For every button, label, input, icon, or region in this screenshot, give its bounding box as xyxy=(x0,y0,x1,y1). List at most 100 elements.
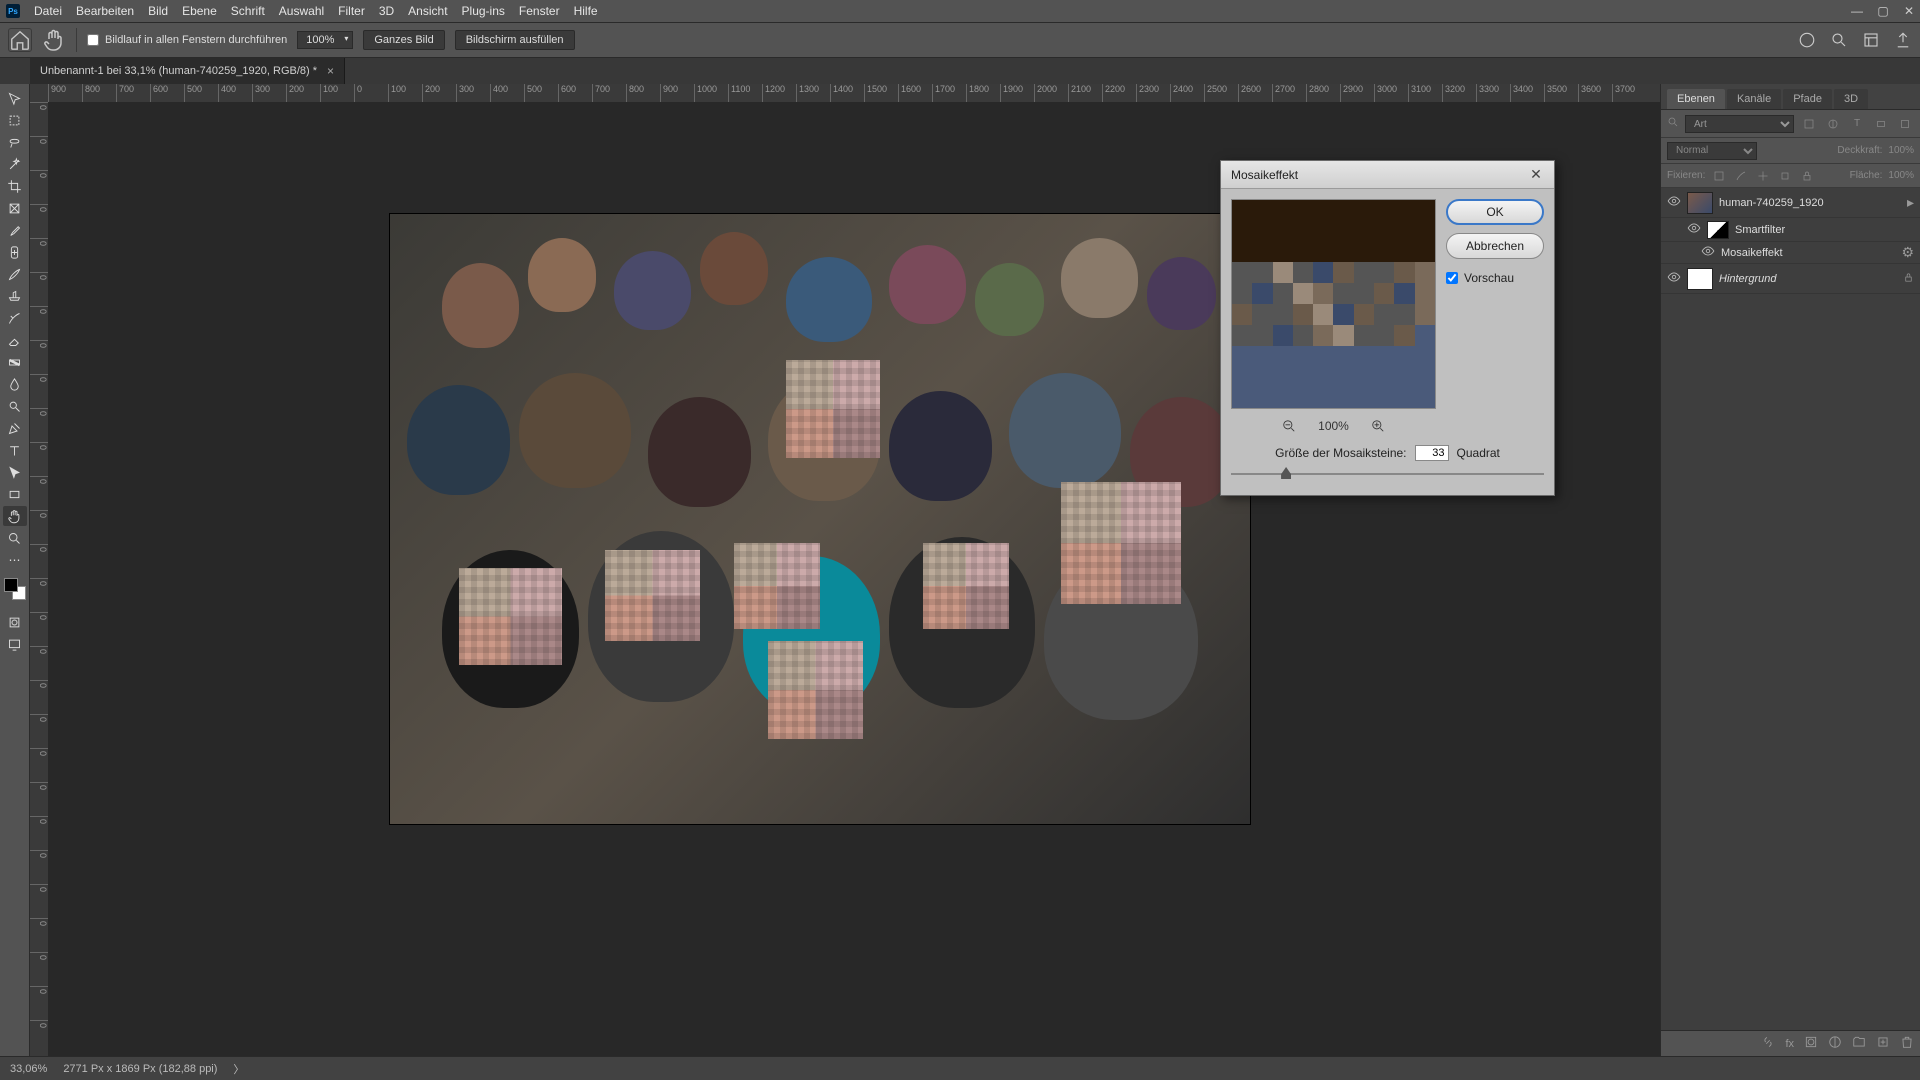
crop-tool[interactable] xyxy=(3,176,27,196)
layer-row[interactable]: human-740259_1920 ▸ xyxy=(1661,188,1920,218)
group-layers-icon[interactable] xyxy=(1852,1035,1866,1052)
layer-mask-icon[interactable] xyxy=(1804,1035,1818,1052)
fill-value[interactable]: 100% xyxy=(1888,170,1914,181)
marquee-tool[interactable] xyxy=(3,110,27,130)
link-layers-icon[interactable] xyxy=(1761,1035,1775,1052)
share-icon[interactable] xyxy=(1894,31,1912,49)
menu-3d[interactable]: 3D xyxy=(379,4,394,18)
visibility-icon[interactable] xyxy=(1687,221,1701,238)
pen-tool[interactable] xyxy=(3,418,27,438)
menu-file[interactable]: Datei xyxy=(34,4,62,18)
layer-style-icon[interactable]: fx xyxy=(1785,1038,1794,1050)
ok-button[interactable]: OK xyxy=(1446,199,1544,225)
cloud-docs-icon[interactable] xyxy=(1798,31,1816,49)
fit-screen-button[interactable]: Ganzes Bild xyxy=(363,30,444,50)
lock-all-icon[interactable] xyxy=(1799,168,1815,184)
frame-tool[interactable] xyxy=(3,198,27,218)
zoom-tool[interactable] xyxy=(3,528,27,548)
cancel-button[interactable]: Abbrechen xyxy=(1446,233,1544,259)
tab-paths[interactable]: Pfade xyxy=(1783,89,1832,109)
filter-entry-name[interactable]: Mosaikeffekt xyxy=(1721,247,1895,259)
preview-checkbox[interactable]: Vorschau xyxy=(1446,271,1544,285)
delete-layer-icon[interactable] xyxy=(1900,1035,1914,1052)
blur-tool[interactable] xyxy=(3,374,27,394)
filter-smart-icon[interactable] xyxy=(1896,115,1914,133)
document-tab-close-icon[interactable]: × xyxy=(327,64,334,78)
tab-layers[interactable]: Ebenen xyxy=(1667,89,1725,109)
status-chevron-icon[interactable]: 〉 xyxy=(233,1061,244,1077)
cell-size-input[interactable] xyxy=(1415,445,1449,461)
close-icon[interactable]: ✕ xyxy=(1902,4,1916,18)
lock-move-icon[interactable] xyxy=(1755,168,1771,184)
filter-shape-icon[interactable] xyxy=(1872,115,1890,133)
gradient-tool[interactable] xyxy=(3,352,27,372)
clone-stamp-tool[interactable] xyxy=(3,286,27,306)
maximize-icon[interactable]: ▢ xyxy=(1876,4,1890,18)
filter-adjust-icon[interactable] xyxy=(1824,115,1842,133)
menu-type[interactable]: Schrift xyxy=(231,4,265,18)
edit-toolbar[interactable]: ⋯ xyxy=(3,550,27,570)
healing-brush-tool[interactable] xyxy=(3,242,27,262)
eyedropper-tool[interactable] xyxy=(3,220,27,240)
color-swatch[interactable] xyxy=(4,578,26,600)
rectangle-tool[interactable] xyxy=(3,484,27,504)
adjustment-layer-icon[interactable] xyxy=(1828,1035,1842,1052)
layer-thumbnail[interactable] xyxy=(1687,192,1713,214)
history-brush-tool[interactable] xyxy=(3,308,27,328)
lock-pixels-icon[interactable] xyxy=(1711,168,1727,184)
ruler-horizontal[interactable]: 9008007006005004003002001000100200300400… xyxy=(48,84,1660,102)
smart-filter-mask-thumbnail[interactable] xyxy=(1707,221,1729,239)
home-button[interactable] xyxy=(8,28,32,52)
tab-channels[interactable]: Kanäle xyxy=(1727,89,1781,109)
smart-filters-row[interactable]: Smartfilter xyxy=(1661,218,1920,242)
workspace-icon[interactable] xyxy=(1862,31,1880,49)
slider-thumb[interactable] xyxy=(1281,467,1291,479)
ruler-vertical[interactable]: 0000000000000000000000000000 xyxy=(30,102,48,1056)
menu-view[interactable]: Ansicht xyxy=(408,4,447,18)
filter-type-icon[interactable]: T xyxy=(1848,115,1866,133)
zoom-level-select[interactable]: 100% ▾ xyxy=(297,31,353,49)
dialog-close-icon[interactable]: ✕ xyxy=(1528,167,1544,183)
menu-image[interactable]: Bild xyxy=(148,4,168,18)
layer-thumbnail[interactable] xyxy=(1687,268,1713,290)
document-tab[interactable]: Unbenannt-1 bei 33,1% (human-740259_1920… xyxy=(30,58,345,84)
quick-mask-tool[interactable] xyxy=(3,612,27,632)
minimize-icon[interactable]: — xyxy=(1850,4,1864,18)
visibility-icon[interactable] xyxy=(1701,244,1715,261)
menu-layer[interactable]: Ebene xyxy=(182,4,217,18)
menu-edit[interactable]: Bearbeiten xyxy=(76,4,134,18)
menu-select[interactable]: Auswahl xyxy=(279,4,324,18)
preview-zoom-out-icon[interactable] xyxy=(1280,417,1298,435)
move-tool[interactable] xyxy=(3,88,27,108)
dialog-titlebar[interactable]: Mosaikeffekt ✕ xyxy=(1221,161,1554,189)
search-icon[interactable] xyxy=(1830,31,1848,49)
document-canvas[interactable] xyxy=(390,214,1250,824)
status-docinfo[interactable]: 2771 Px x 1869 Px (182,88 ppi) xyxy=(63,1063,217,1075)
scroll-all-windows-input[interactable] xyxy=(87,34,99,46)
layer-filter-type[interactable]: Art xyxy=(1685,115,1794,133)
lock-artboard-icon[interactable] xyxy=(1777,168,1793,184)
filter-pixel-icon[interactable] xyxy=(1800,115,1818,133)
foreground-color[interactable] xyxy=(4,578,18,592)
blend-mode-select[interactable]: Normal xyxy=(1667,142,1757,160)
dodge-tool[interactable] xyxy=(3,396,27,416)
menu-help[interactable]: Hilfe xyxy=(574,4,598,18)
lock-position-icon[interactable] xyxy=(1733,168,1749,184)
lasso-tool[interactable] xyxy=(3,132,27,152)
layer-name[interactable]: Hintergrund xyxy=(1719,273,1897,285)
filter-entry-row[interactable]: Mosaikeffekt ⚙ xyxy=(1661,242,1920,264)
layer-row[interactable]: Hintergrund xyxy=(1661,264,1920,294)
brush-tool[interactable] xyxy=(3,264,27,284)
screen-mode-tool[interactable] xyxy=(3,634,27,654)
eraser-tool[interactable] xyxy=(3,330,27,350)
menu-plugins[interactable]: Plug-ins xyxy=(462,4,505,18)
cell-size-slider[interactable] xyxy=(1231,467,1544,481)
preview-zoom-in-icon[interactable] xyxy=(1369,417,1387,435)
visibility-icon[interactable] xyxy=(1667,270,1681,287)
new-layer-icon[interactable] xyxy=(1876,1035,1890,1052)
dialog-preview[interactable] xyxy=(1231,199,1436,409)
fill-screen-button[interactable]: Bildschirm ausfüllen xyxy=(455,30,575,50)
menu-window[interactable]: Fenster xyxy=(519,4,560,18)
layer-name[interactable]: human-740259_1920 xyxy=(1719,197,1901,209)
menu-filter[interactable]: Filter xyxy=(338,4,365,18)
